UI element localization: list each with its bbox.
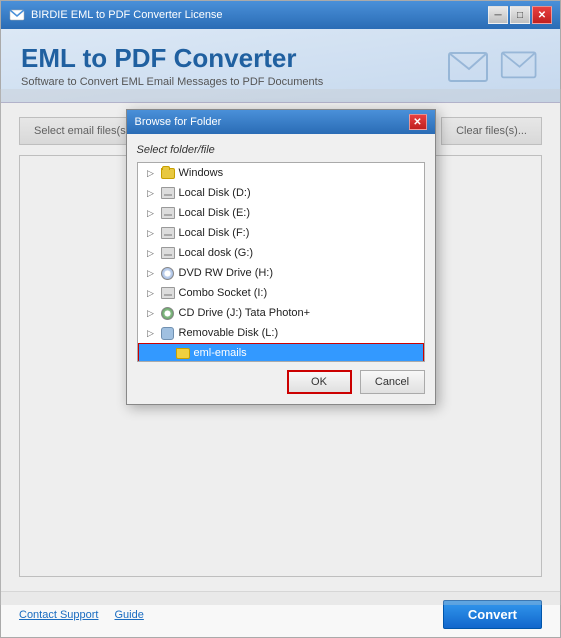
tree-item-disk-e[interactable]: ▷ Local Disk (E:) [138, 203, 424, 223]
tree-item-removable-l[interactable]: ▷ Removable Disk (L:) [138, 323, 424, 343]
title-bar: BIRDIE EML to PDF Converter License ─ □ … [1, 1, 560, 29]
main-window: BIRDIE EML to PDF Converter License ─ □ … [0, 0, 561, 638]
drive-icon [160, 186, 176, 200]
content-area: Select email files(s)... Select folder h… [1, 103, 560, 591]
expand-icon: ▷ [144, 266, 158, 280]
dvd-icon [160, 266, 176, 280]
folder-icon [160, 166, 176, 180]
cd-icon [160, 306, 176, 320]
tree-item-disk-d[interactable]: ▷ Local Disk (D:) [138, 183, 424, 203]
usb-icon [160, 326, 176, 340]
tree-item-dvd-h[interactable]: ▷ DVD RW Drive (H:) [138, 263, 424, 283]
app-subtitle: Software to Convert EML Email Messages t… [21, 76, 447, 88]
drive-icon [160, 226, 176, 240]
app-icon [9, 7, 25, 23]
drive-icon [160, 246, 176, 260]
dialog-overlay: Browse for Folder ✕ Select folder/file ▷… [0, 89, 561, 605]
tree-item-disk-g[interactable]: ▷ Local dosk (G:) [138, 243, 424, 263]
minimize-button[interactable]: ─ [488, 6, 508, 24]
expand-icon: ▷ [144, 166, 158, 180]
dialog-close-button[interactable]: ✕ [409, 114, 427, 130]
expand-icon: ▷ [144, 226, 158, 240]
contact-support-link[interactable]: Contact Support [19, 609, 99, 621]
maximize-button[interactable]: □ [510, 6, 530, 24]
cancel-button[interactable]: Cancel [360, 370, 425, 394]
expand-icon: ▷ [144, 186, 158, 200]
expand-icon: ▷ [144, 326, 158, 340]
title-bar-text: BIRDIE EML to PDF Converter License [31, 9, 223, 21]
expand-icon: ▷ [144, 306, 158, 320]
envelope-icon-2 [500, 47, 540, 81]
close-button[interactable]: ✕ [532, 6, 552, 24]
app-title: EML to PDF Converter [21, 43, 447, 74]
expand-icon: ▷ [144, 286, 158, 300]
guide-link[interactable]: Guide [115, 609, 144, 621]
expand-icon: ▷ [144, 206, 158, 220]
tree-item-eml-emails[interactable]: eml-emails [138, 343, 424, 362]
dialog-label: Select folder/file [137, 144, 425, 156]
expand-icon [159, 346, 173, 360]
dialog-title-bar: Browse for Folder ✕ [127, 110, 435, 134]
tree-item-disk-f[interactable]: ▷ Local Disk (F:) [138, 223, 424, 243]
browse-folder-dialog: Browse for Folder ✕ Select folder/file ▷… [126, 109, 436, 405]
ok-button[interactable]: OK [287, 370, 352, 394]
dialog-buttons: OK Cancel [137, 370, 425, 394]
drive-icon [160, 206, 176, 220]
folder-tree[interactable]: ▷ Windows ▷ Local Disk (D:) ▷ [137, 162, 425, 362]
dialog-title-text: Browse for Folder [135, 116, 222, 128]
drive-icon [160, 286, 176, 300]
expand-icon: ▷ [144, 246, 158, 260]
envelope-icon-1 [447, 47, 492, 85]
tree-item-cd-j[interactable]: ▷ CD Drive (J:) Tata Photon+ [138, 303, 424, 323]
tree-item-windows[interactable]: ▷ Windows [138, 163, 424, 183]
folder-open-icon [175, 346, 191, 360]
tree-item-combo-i[interactable]: ▷ Combo Socket (I:) [138, 283, 424, 303]
